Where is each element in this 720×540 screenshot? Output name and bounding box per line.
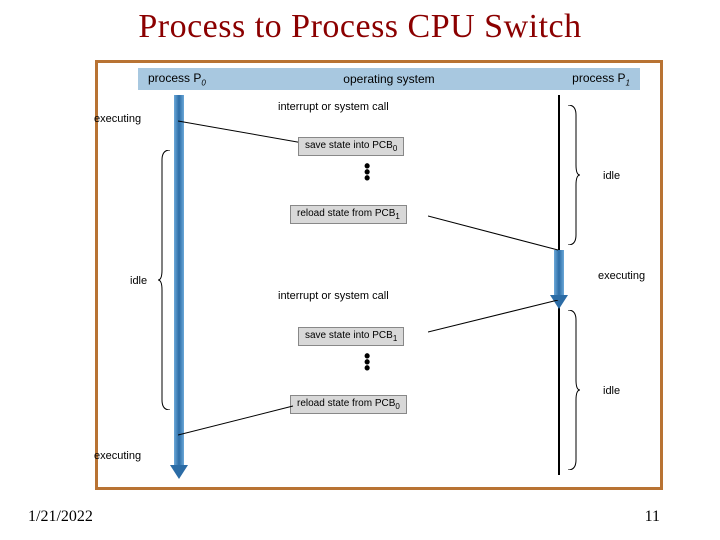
diagram-area: interrupt or system call save state into…: [98, 95, 660, 487]
diagram-frame: process P0 operating system process P1 i…: [95, 60, 663, 490]
box-reload-pcb1: reload state from PCB1: [290, 205, 407, 224]
connector-reload0-to-p0: [178, 400, 298, 440]
footer-date: 1/21/2022: [28, 508, 93, 526]
p0-executing-top-label: executing: [94, 113, 141, 125]
box-reload-pcb0: reload state from PCB0: [290, 395, 407, 414]
p0-idle-label: idle: [130, 275, 147, 287]
header-process-p0: process P0: [148, 71, 206, 87]
p1-idle-bottom-brace: [568, 310, 582, 470]
connector-reload1-to-p1: [428, 210, 563, 255]
box-save-pcb0: save state into PCB0: [298, 137, 404, 156]
p1-idle-top-label: idle: [603, 170, 620, 182]
connector-p1-to-save1: [428, 300, 563, 340]
ellipsis-2: •••: [364, 353, 370, 371]
p1-executing-label: executing: [598, 270, 645, 282]
p1-idle-bottom-label: idle: [603, 385, 620, 397]
slide-title: Process to Process CPU Switch: [0, 0, 720, 46]
column-header-band: process P0 operating system process P1: [138, 68, 640, 90]
connector-p0-to-save0: [178, 117, 318, 147]
interrupt-label-1: interrupt or system call: [278, 101, 389, 113]
p0-arrow-top-head: [170, 465, 188, 479]
p0-idle-brace: [158, 150, 172, 410]
interrupt-label-2: interrupt or system call: [278, 290, 389, 302]
p0-executing-bottom-label: executing: [94, 450, 141, 462]
header-process-p1: process P1: [572, 71, 630, 87]
footer-page-number: 11: [645, 508, 660, 526]
header-os: operating system: [343, 72, 434, 86]
box-save-pcb1: save state into PCB1: [298, 327, 404, 346]
ellipsis-1: •••: [364, 163, 370, 181]
p1-arrow-mid: [554, 250, 564, 295]
p1-idle-top-brace: [568, 105, 582, 245]
